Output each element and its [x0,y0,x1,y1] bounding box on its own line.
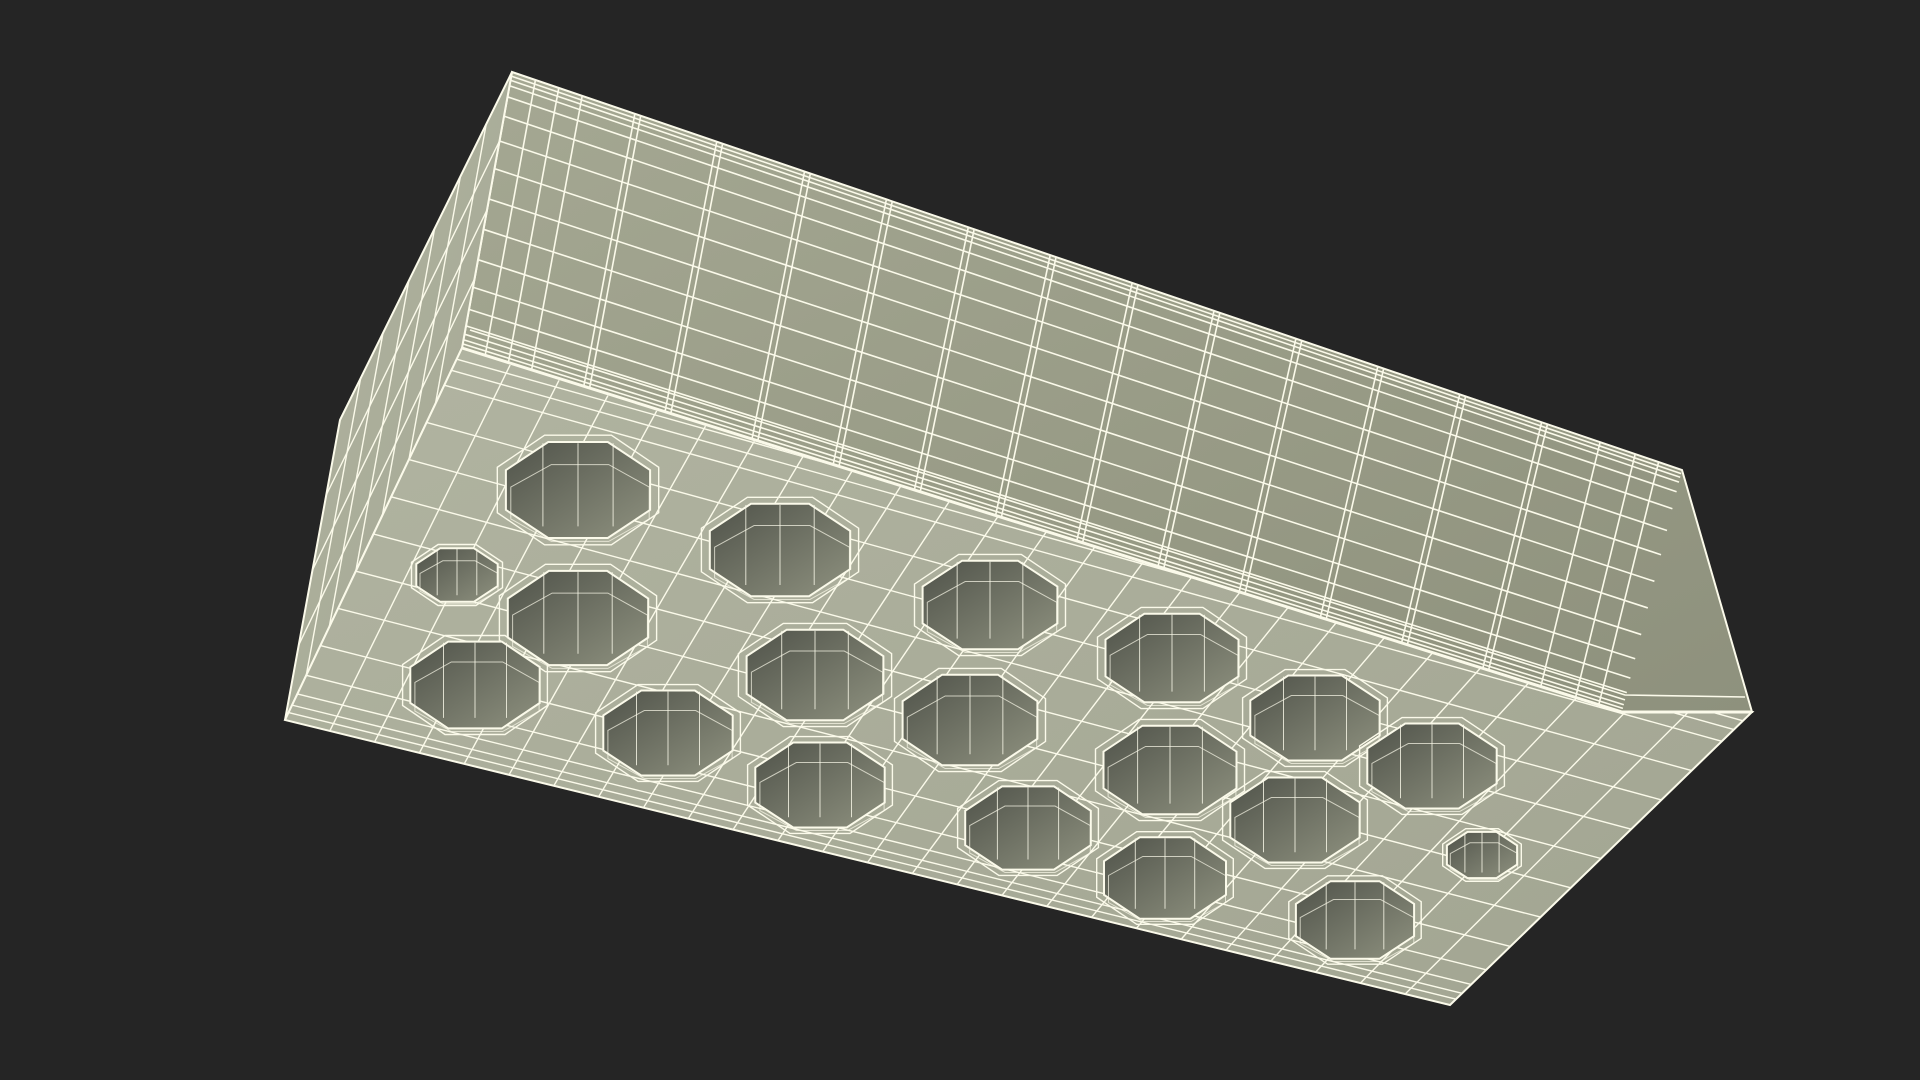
hole-17 [1358,716,1506,816]
hole-15 [1221,770,1369,870]
hole-2 [410,543,504,607]
hole-7 [594,683,742,783]
hole-16 [1095,831,1235,925]
hole-10 [746,735,894,835]
hole-19 [1288,875,1422,965]
hole-6 [737,622,893,728]
hole-14 [1241,668,1389,768]
brick-wireframe-render [283,70,1755,1007]
hole-8 [913,553,1067,657]
hole-1 [496,434,660,546]
3d-viewport[interactable] [0,0,1920,1080]
brick-model [283,70,1755,1007]
hole-18 [1441,828,1523,882]
hole-4 [401,634,549,736]
hole-13 [956,779,1100,877]
hole-5 [700,496,860,604]
hole-9 [893,667,1047,773]
hole-11 [1096,606,1248,710]
